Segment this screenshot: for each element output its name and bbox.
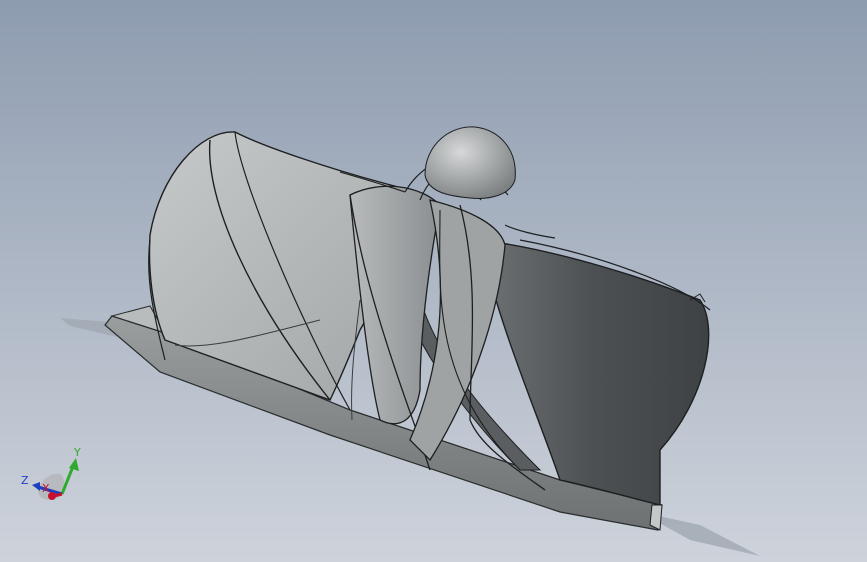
graphics-viewport[interactable]: Y Z X bbox=[0, 0, 867, 562]
z-axis-label: Z bbox=[21, 474, 29, 487]
viewport-canvas[interactable]: Y Z X bbox=[0, 0, 867, 562]
y-axis-label: Y bbox=[73, 446, 81, 459]
x-axis-label: X bbox=[42, 482, 50, 495]
viewport-background bbox=[0, 0, 867, 562]
